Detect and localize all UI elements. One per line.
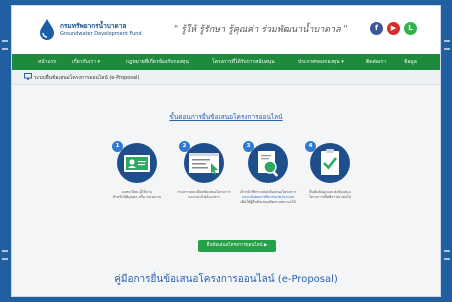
step-3-caption: เจ้าหน้าที่ตรวจสอบข้อเสนอโครงการ และแจ้ง…	[239, 190, 297, 204]
nav-item-about[interactable]: เกี่ยวกับเรา ▾	[72, 58, 100, 66]
step-3-circle	[248, 143, 288, 183]
id-card-icon	[124, 155, 150, 172]
nav-item-announcements[interactable]: ประกาศของกองทุน ▾	[298, 58, 344, 66]
nav-item-contact[interactable]: ติดต่อเรา	[366, 58, 386, 66]
youtube-icon[interactable]: ▶	[387, 22, 400, 35]
step-1-caption: ลงทะเบียน ผู้ใช้งาน สำหรับนิติบุคคล หรือ…	[112, 190, 162, 199]
step-2-circle	[184, 143, 224, 183]
main-navigation: หน้าแรก เกี่ยวกับเรา ▾ กฎหมายที่เกี่ยวข้…	[12, 54, 440, 70]
org-name-thai: กรมทรัพยากรน้ำบาดาล	[60, 22, 127, 30]
step-1-badge: 1	[112, 141, 123, 152]
step-4-badge: 4	[305, 141, 316, 152]
site-header: กรมทรัพยากรน้ำบาดาล Groundwater Developm…	[12, 6, 440, 54]
nav-item-laws[interactable]: กฎหมายที่เกี่ยวข้องกับกองทุน	[126, 58, 189, 66]
line-icon[interactable]: L	[404, 22, 417, 35]
nav-item-info[interactable]: ข้อมูล	[404, 58, 417, 66]
step-4-circle	[310, 143, 350, 183]
org-name-english: Groundwater Development Fund	[60, 31, 142, 37]
manual-title[interactable]: คู่มือการยื่นข้อเสนอโครงการออนไลน์ (e-Pr…	[12, 272, 440, 287]
step-2-badge: 2	[179, 141, 190, 152]
checklist-icon	[321, 149, 339, 175]
step-1-circle	[117, 143, 157, 183]
document-search-icon	[258, 151, 279, 177]
main-content: ขั้นตอนการยื่นข้อเสนอโครงการออนไลน์ 1 ลง…	[12, 85, 440, 296]
water-drop-logo-icon[interactable]	[38, 18, 56, 40]
facebook-icon[interactable]: f	[370, 22, 383, 35]
site-slogan: " รู้ให้ รู้รักษา รู้คุณค่า ร่วมพัฒนาน้ำ…	[174, 25, 348, 35]
monitor-icon	[24, 73, 32, 80]
steps-title-link[interactable]: ขั้นตอนการยื่นข้อเสนอโครงการออนไลน์	[12, 112, 440, 122]
step-3-badge: 3	[243, 141, 254, 152]
step-4-caption: ยืนยันข้อมูลและส่งข้อเสนอ โครงการเพื่อพิ…	[308, 190, 352, 199]
nav-item-projects[interactable]: โครงการที่ได้รับการสนับสนุน	[212, 58, 275, 66]
breadcrumb: ระบบยื่นข้อเสนอโครงการออนไลน์ (e-Proposa…	[12, 70, 440, 85]
nav-item-home[interactable]: หน้าแรก	[38, 58, 56, 66]
online-form-icon	[189, 153, 219, 175]
step-2-caption: กรอกรายละเอียดข้อเสนอโครงการ และแนบไฟล์เ…	[177, 190, 231, 199]
breadcrumb-label: ระบบยื่นข้อเสนอโครงการออนไลน์ (e-Proposa…	[34, 75, 140, 81]
submit-proposal-button[interactable]: ยื่นข้อเสนอโครงการออนไลน์ ▶	[198, 240, 276, 252]
browser-page: กรมทรัพยากรน้ำบาดาล Groundwater Developm…	[12, 6, 440, 296]
